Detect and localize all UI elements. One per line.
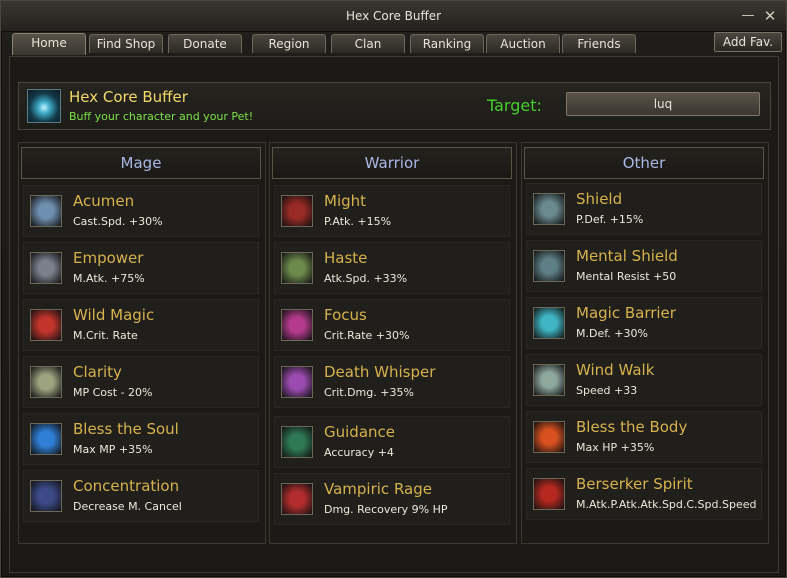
skill-name: Clarity: [73, 363, 122, 381]
mage-column-title: Mage: [21, 147, 261, 179]
title-bar[interactable]: Hex Core Buffer — ✕: [1, 1, 786, 32]
skill-desc: M.Def. +30%: [576, 327, 648, 340]
tab-ranking[interactable]: Ranking: [410, 34, 484, 53]
skill-name: Concentration: [73, 477, 180, 495]
skill-desc: Crit.Dmg. +35%: [324, 386, 414, 399]
skill-name: Might: [324, 192, 367, 210]
wild-magic-icon: [30, 309, 62, 341]
magic-barrier-icon: [533, 307, 565, 339]
tab-friends[interactable]: Friends: [562, 34, 636, 53]
skill-focus[interactable]: Focus Crit.Rate +30%: [274, 299, 510, 351]
skill-name: Mental Shield: [576, 247, 678, 265]
skill-clarity[interactable]: Clarity MP Cost - 20%: [23, 356, 259, 408]
skill-desc: Accuracy +4: [324, 446, 394, 459]
skill-desc: M.Crit. Rate: [73, 329, 138, 342]
buffer-window: Hex Core Buffer — ✕ Home Find Shop Donat…: [0, 0, 787, 578]
skill-desc: M.Atk.P.Atk.Atk.Spd.C.Spd.Speed: [576, 498, 757, 511]
skill-name: Wind Walk: [576, 361, 655, 379]
target-field[interactable]: luq: [566, 92, 760, 116]
skill-desc: Crit.Rate +30%: [324, 329, 410, 342]
skill-desc: Dmg. Recovery 9% HP: [324, 503, 448, 516]
hex-core-icon: [27, 89, 61, 123]
skill-desc: Mental Resist +50: [576, 270, 677, 283]
shield-icon: [533, 193, 565, 225]
skill-desc: Cast.Spd. +30%: [73, 215, 163, 228]
minimize-icon[interactable]: —: [741, 9, 755, 23]
skill-name: Focus: [324, 306, 367, 324]
guidance-icon: [281, 426, 313, 458]
clarity-icon: [30, 366, 62, 398]
skill-desc: MP Cost - 20%: [73, 386, 153, 399]
skill-desc: P.Def. +15%: [576, 213, 644, 226]
skill-guidance[interactable]: Guidance Accuracy +4: [274, 416, 510, 468]
skill-magic-barrier[interactable]: Magic Barrier M.Def. +30%: [526, 297, 762, 349]
skill-death-whisper[interactable]: Death Whisper Crit.Dmg. +35%: [274, 356, 510, 408]
mental-shield-icon: [533, 250, 565, 282]
header-subtitle: Buff your character and your Pet!: [69, 110, 254, 123]
berserker-spirit-icon: [533, 478, 565, 510]
tab-find-shop[interactable]: Find Shop: [89, 34, 163, 53]
add-favorite-button[interactable]: Add Fav.: [714, 32, 782, 52]
skill-wind-walk[interactable]: Wind Walk Speed +33: [526, 354, 762, 406]
skill-haste[interactable]: Haste Atk.Spd. +33%: [274, 242, 510, 294]
skill-name: Bless the Body: [576, 418, 688, 436]
focus-icon: [281, 309, 313, 341]
skill-vampiric-rage[interactable]: Vampiric Rage Dmg. Recovery 9% HP: [274, 473, 510, 525]
mage-column: Mage Acumen Cast.Spd. +30% Empower M.Atk…: [18, 142, 266, 544]
tab-donate[interactable]: Donate: [168, 34, 242, 53]
skill-name: Guidance: [324, 423, 395, 441]
tab-region[interactable]: Region: [252, 34, 326, 53]
other-column-title: Other: [524, 147, 764, 179]
skill-might[interactable]: Might P.Atk. +15%: [274, 185, 510, 237]
skill-name: Haste: [324, 249, 368, 267]
window-title: Hex Core Buffer: [345, 9, 442, 23]
warrior-column-title: Warrior: [272, 147, 512, 179]
skill-desc: Atk.Spd. +33%: [324, 272, 408, 285]
skill-shield[interactable]: Shield P.Def. +15%: [526, 183, 762, 235]
skill-wild-magic[interactable]: Wild Magic M.Crit. Rate: [23, 299, 259, 351]
might-icon: [281, 195, 313, 227]
skill-concentration[interactable]: Concentration Decrease M. Cancel: [23, 470, 259, 522]
haste-icon: [281, 252, 313, 284]
tab-clan[interactable]: Clan: [331, 34, 405, 53]
skill-acumen[interactable]: Acumen Cast.Spd. +30%: [23, 185, 259, 237]
skill-berserker-spirit[interactable]: Berserker Spirit M.Atk.P.Atk.Atk.Spd.C.S…: [526, 468, 762, 520]
concentration-icon: [30, 480, 62, 512]
wind-walk-icon: [533, 364, 565, 396]
skill-bless-the-soul[interactable]: Bless the Soul Max MP +35%: [23, 413, 259, 465]
acumen-icon: [30, 195, 62, 227]
tab-auction[interactable]: Auction: [486, 34, 560, 53]
skill-desc: Max MP +35%: [73, 443, 153, 456]
skill-bless-the-body[interactable]: Bless the Body Max HP +35%: [526, 411, 762, 463]
vampiric-rage-icon: [281, 483, 313, 515]
warrior-column: Warrior Might P.Atk. +15% Haste Atk.Spd.…: [269, 142, 517, 544]
skill-desc: M.Atk. +75%: [73, 272, 145, 285]
skill-name: Magic Barrier: [576, 304, 676, 322]
skill-desc: P.Atk. +15%: [324, 215, 392, 228]
skill-name: Bless the Soul: [73, 420, 179, 438]
target-label: Target:: [487, 96, 542, 115]
skill-mental-shield[interactable]: Mental Shield Mental Resist +50: [526, 240, 762, 292]
buffer-header: Hex Core Buffer Buff your character and …: [18, 82, 771, 130]
skill-name: Acumen: [73, 192, 135, 210]
empower-icon: [30, 252, 62, 284]
bless-the-body-icon: [533, 421, 565, 453]
skill-empower[interactable]: Empower M.Atk. +75%: [23, 242, 259, 294]
skill-name: Berserker Spirit: [576, 475, 693, 493]
bless-the-soul-icon: [30, 423, 62, 455]
skill-name: Wild Magic: [73, 306, 155, 324]
header-title: Hex Core Buffer: [69, 88, 188, 106]
skill-name: Vampiric Rage: [324, 480, 432, 498]
other-column: Other Shield P.Def. +15% Mental Shield M…: [521, 142, 769, 544]
skill-desc: Speed +33: [576, 384, 638, 397]
skill-name: Death Whisper: [324, 363, 436, 381]
close-icon[interactable]: ✕: [763, 9, 777, 24]
tab-home[interactable]: Home: [12, 33, 86, 55]
skill-name: Shield: [576, 190, 623, 208]
skill-desc: Max HP +35%: [576, 441, 655, 454]
death-whisper-icon: [281, 366, 313, 398]
skill-name: Empower: [73, 249, 144, 267]
skill-desc: Decrease M. Cancel: [73, 500, 182, 513]
